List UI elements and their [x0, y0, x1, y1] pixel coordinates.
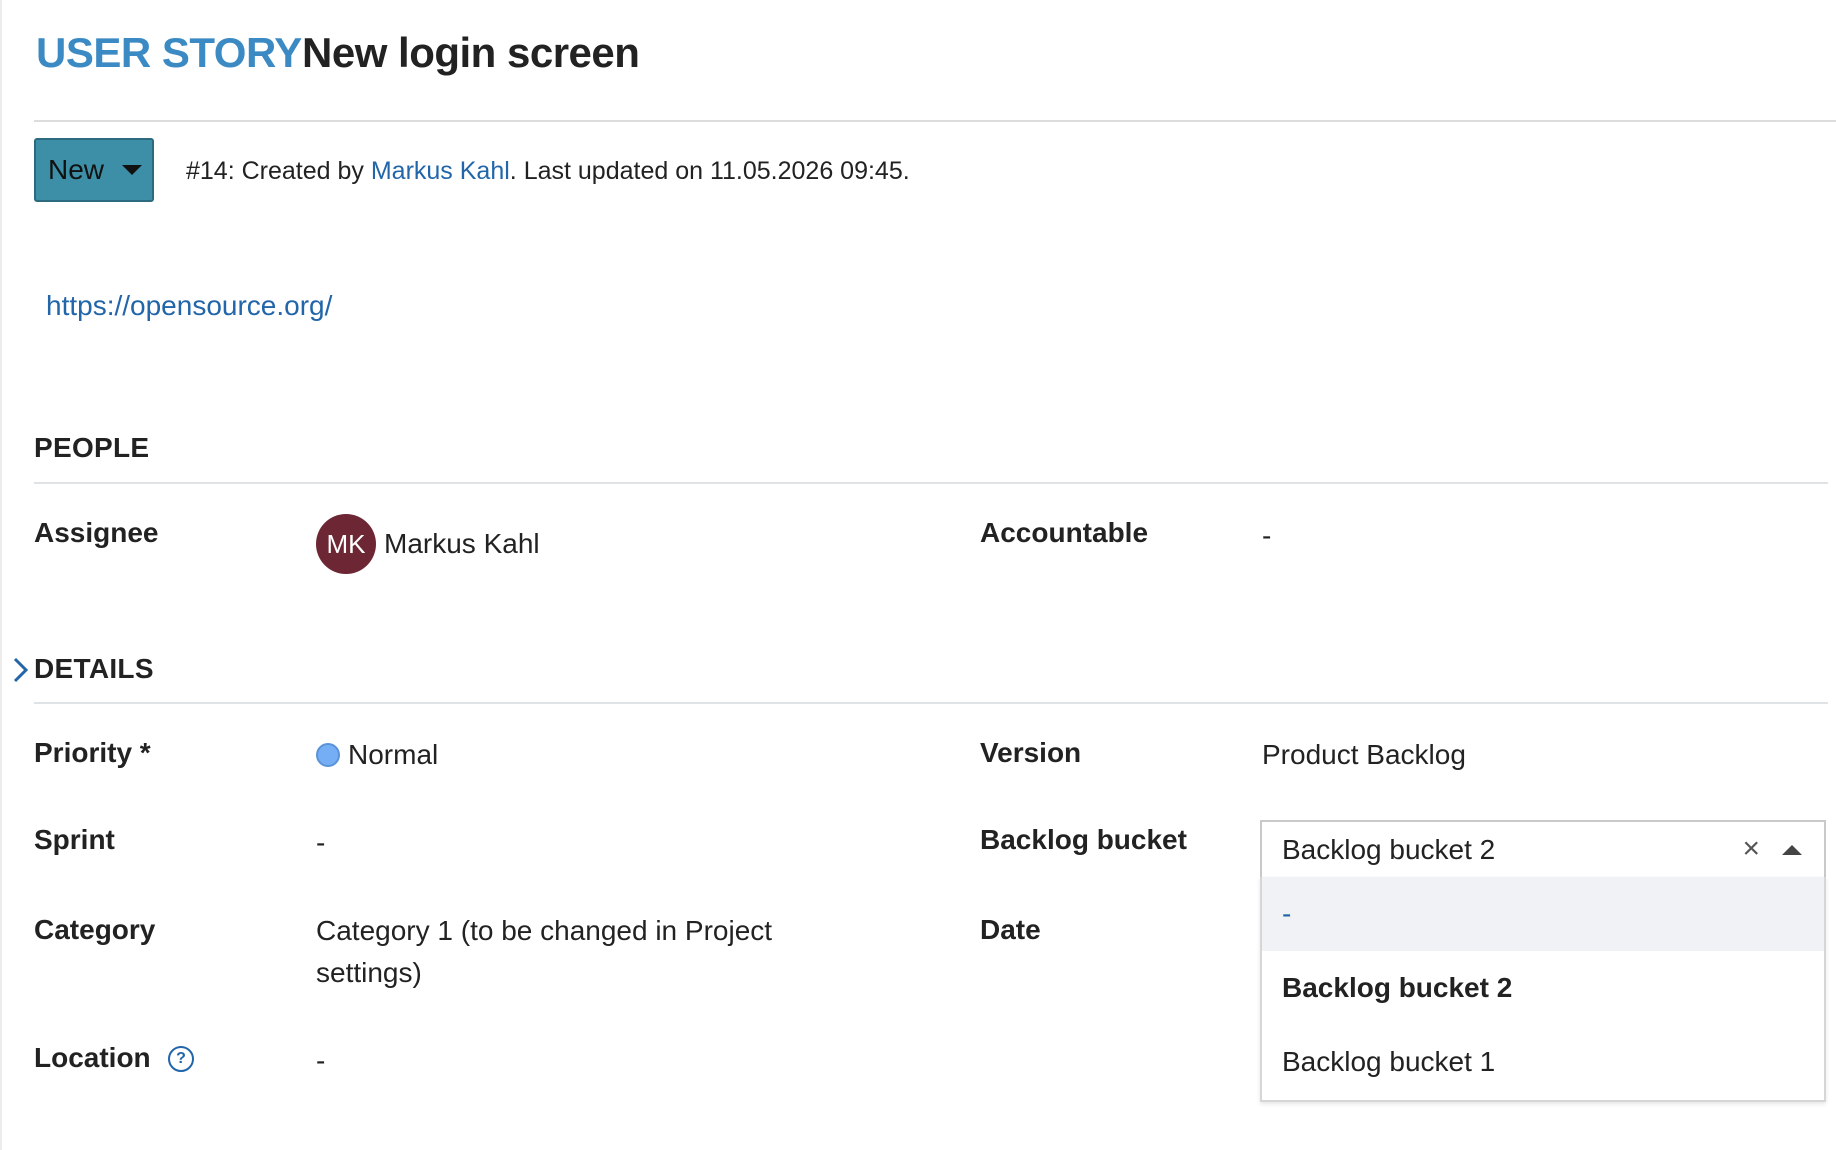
avatar: MK	[316, 514, 376, 574]
work-package-meta: #14: Created by Markus Kahl. Last update…	[186, 154, 910, 188]
work-package-subject[interactable]: New login screen	[302, 28, 640, 78]
category-value-line: settings)	[316, 957, 422, 988]
clear-icon[interactable]: ×	[1742, 834, 1760, 864]
assignee-label: Assignee	[34, 517, 159, 548]
status-button[interactable]: New	[34, 138, 154, 202]
details-divider	[34, 702, 1828, 704]
sprint-value[interactable]: -	[316, 822, 325, 864]
priority-color-icon	[316, 743, 340, 767]
people-divider	[34, 482, 1828, 484]
help-icon[interactable]: ?	[168, 1046, 194, 1072]
priority-label: Priority *	[34, 737, 151, 768]
meta-suffix: . Last updated on 11.05.2026 09:45.	[509, 157, 910, 185]
dropdown-option[interactable]: Backlog bucket 2	[1262, 951, 1824, 1025]
priority-value[interactable]: Normal	[348, 734, 438, 776]
category-value[interactable]: Category 1 (to be changed in Project set…	[316, 910, 772, 994]
section-title-people: PEOPLE	[34, 432, 150, 463]
category-label: Category	[34, 914, 156, 945]
date-label: Date	[980, 914, 1041, 945]
accountable-value[interactable]: -	[1262, 515, 1271, 557]
status-label: New	[48, 154, 105, 185]
section-title-details: DETAILS	[34, 653, 154, 684]
meta-prefix: #14: Created by	[186, 157, 371, 185]
version-value[interactable]: Product Backlog	[1262, 734, 1466, 776]
backlog-bucket-dropdown: - Backlog bucket 2 Backlog bucket 1	[1260, 877, 1826, 1102]
work-package-type: USER STORY	[36, 29, 302, 76]
caret-up-icon[interactable]	[1782, 845, 1802, 855]
backlog-bucket-selected-value: Backlog bucket 2	[1282, 834, 1496, 865]
assignee-value[interactable]: Markus Kahl	[384, 523, 540, 565]
category-value-line: Category 1 (to be changed in Project	[316, 915, 773, 946]
avatar-initials: MK	[326, 528, 366, 559]
backlog-bucket-select[interactable]: Backlog bucket 2 ×	[1260, 820, 1826, 878]
version-label: Version	[980, 737, 1082, 768]
dropdown-option[interactable]: Backlog bucket 1	[1262, 1025, 1824, 1099]
work-package-page: USER STORY New login screen New #14: Cre…	[0, 0, 1836, 1150]
caret-down-icon	[122, 165, 143, 175]
location-value[interactable]: -	[316, 1040, 325, 1082]
backlog-bucket-label: Backlog bucket	[980, 824, 1187, 855]
sprint-label: Sprint	[34, 824, 115, 855]
accountable-label: Accountable	[980, 517, 1149, 548]
description-url-link[interactable]: https://opensource.org/	[46, 288, 332, 324]
left-border	[0, 0, 2, 1150]
chevron-right-icon[interactable]	[10, 656, 32, 684]
author-link[interactable]: Markus Kahl	[371, 157, 510, 185]
location-label: Location	[34, 1042, 151, 1073]
header-divider	[34, 120, 1836, 122]
dropdown-option[interactable]: -	[1262, 877, 1824, 951]
